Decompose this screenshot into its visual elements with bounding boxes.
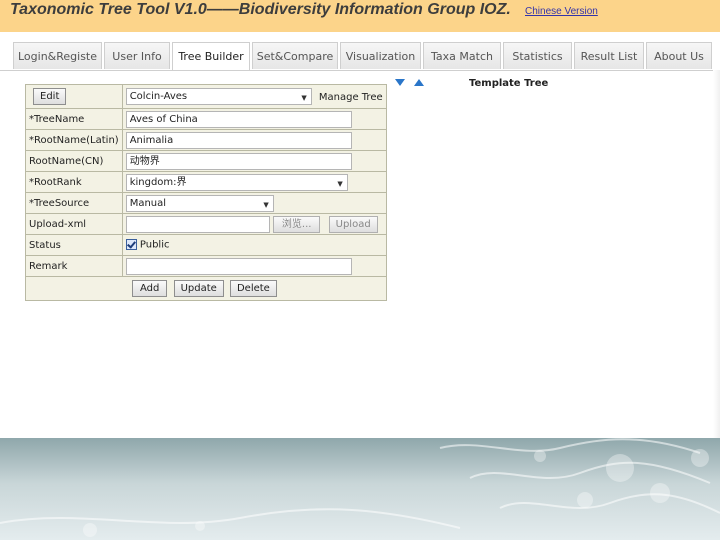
tree-source-cell: Manual ▼ <box>121 192 387 214</box>
tab-result-list[interactable]: Result List <box>574 42 644 69</box>
form-row-status: Status Public <box>25 234 387 256</box>
tree-source-value: Manual <box>129 197 167 209</box>
tree-source-label: *TreeSource <box>25 192 123 214</box>
tree-select[interactable]: Colcin-Aves ▼ <box>125 88 312 105</box>
tab-taxa-match[interactable]: Taxa Match <box>423 42 501 69</box>
status-label: Status <box>25 234 123 256</box>
tab-visualization[interactable]: Visualization <box>340 42 421 69</box>
page-edge-shadow <box>713 70 720 438</box>
status-cell: Public <box>121 234 387 256</box>
root-rank-value: kingdom:界 <box>129 176 187 188</box>
tab-login-register[interactable]: Login&Registe <box>13 42 102 69</box>
tree-source-select[interactable]: Manual ▼ <box>125 194 274 212</box>
collapse-up-icon[interactable] <box>414 79 424 86</box>
tree-name-label: *TreeName <box>25 108 123 130</box>
chevron-down-icon: ▼ <box>337 179 343 188</box>
tab-bar: Login&Registe User Info Tree Builder Set… <box>0 32 720 71</box>
add-button[interactable]: Add <box>132 280 168 297</box>
root-name-cn-input[interactable]: 动物界 <box>125 152 352 170</box>
chinese-version-link[interactable]: Chinese Version <box>525 6 598 17</box>
form-row-remark: Remark <box>25 255 387 277</box>
tree-builder-form: Edit Colcin-Aves ▼ Manage Tree *TreeName… <box>25 84 387 301</box>
upload-xml-cell: 浏览... Upload <box>121 213 387 235</box>
root-name-latin-cell: Animalia <box>121 129 387 151</box>
form-row-tree-name: *TreeName Aves of China <box>25 108 387 130</box>
form-row-root-name-latin: *RootName(Latin) Animalia <box>25 129 387 151</box>
tab-statistics[interactable]: Statistics <box>503 42 572 69</box>
root-name-latin-label: *RootName(Latin) <box>25 129 123 151</box>
browse-button[interactable]: 浏览... <box>272 215 321 233</box>
root-name-cn-label: RootName(CN) <box>25 150 123 172</box>
form-row-root-name-cn: RootName(CN) 动物界 <box>25 150 387 172</box>
tree-name-input[interactable]: Aves of China <box>125 110 352 128</box>
tab-user-info[interactable]: User Info <box>104 42 170 69</box>
root-name-cn-cell: 动物界 <box>121 150 387 172</box>
chevron-down-icon: ▼ <box>301 94 307 102</box>
root-name-latin-input[interactable]: Animalia <box>125 131 352 149</box>
remark-cell <box>121 255 387 277</box>
form-row-actions: Add Update Delete <box>25 276 387 301</box>
app-header: Taxonomic Tree Tool V1.0——Biodiversity I… <box>0 0 720 32</box>
public-checkbox[interactable] <box>125 239 137 251</box>
edit-cell: Edit <box>25 84 123 109</box>
decorative-dragon-footer <box>0 438 720 540</box>
tab-about-us[interactable]: About Us <box>646 42 712 69</box>
root-rank-select[interactable]: kingdom:界 ▼ <box>125 173 348 191</box>
upload-button[interactable]: Upload <box>328 215 378 233</box>
form-row-upload-xml: Upload-xml 浏览... Upload <box>25 213 387 235</box>
tree-select-cell: Colcin-Aves ▼ Manage Tree <box>121 84 387 109</box>
form-row-root-rank: *RootRank kingdom:界 ▼ <box>25 171 387 193</box>
upload-xml-file-input[interactable] <box>125 215 270 233</box>
root-rank-label: *RootRank <box>25 171 123 193</box>
tab-set-compare[interactable]: Set&Compare <box>252 42 338 69</box>
dragon-pattern-icon <box>0 438 720 537</box>
update-button[interactable]: Update <box>173 280 224 297</box>
edit-button[interactable]: Edit <box>33 88 67 105</box>
tab-tree-builder[interactable]: Tree Builder <box>172 42 250 70</box>
public-label: Public <box>139 239 170 251</box>
app-title: Taxonomic Tree Tool V1.0——Biodiversity I… <box>10 1 511 18</box>
delete-button[interactable]: Delete <box>229 280 277 297</box>
template-tree-title: Template Tree <box>469 78 549 89</box>
form-row-tree-source: *TreeSource Manual ▼ <box>25 192 387 214</box>
chevron-down-icon: ▼ <box>263 200 269 209</box>
form-row-tree-select: Edit Colcin-Aves ▼ Manage Tree <box>25 84 387 109</box>
expand-down-icon[interactable] <box>395 79 405 86</box>
actions-cell: Add Update Delete <box>25 276 387 301</box>
remark-input[interactable] <box>125 257 352 275</box>
remark-label: Remark <box>25 255 123 277</box>
tree-name-cell: Aves of China <box>121 108 387 130</box>
tree-select-value: Colcin-Aves <box>129 91 188 102</box>
upload-xml-label: Upload-xml <box>25 213 123 235</box>
manage-tree-label: Manage Tree <box>318 91 383 103</box>
root-rank-cell: kingdom:界 ▼ <box>121 171 387 193</box>
